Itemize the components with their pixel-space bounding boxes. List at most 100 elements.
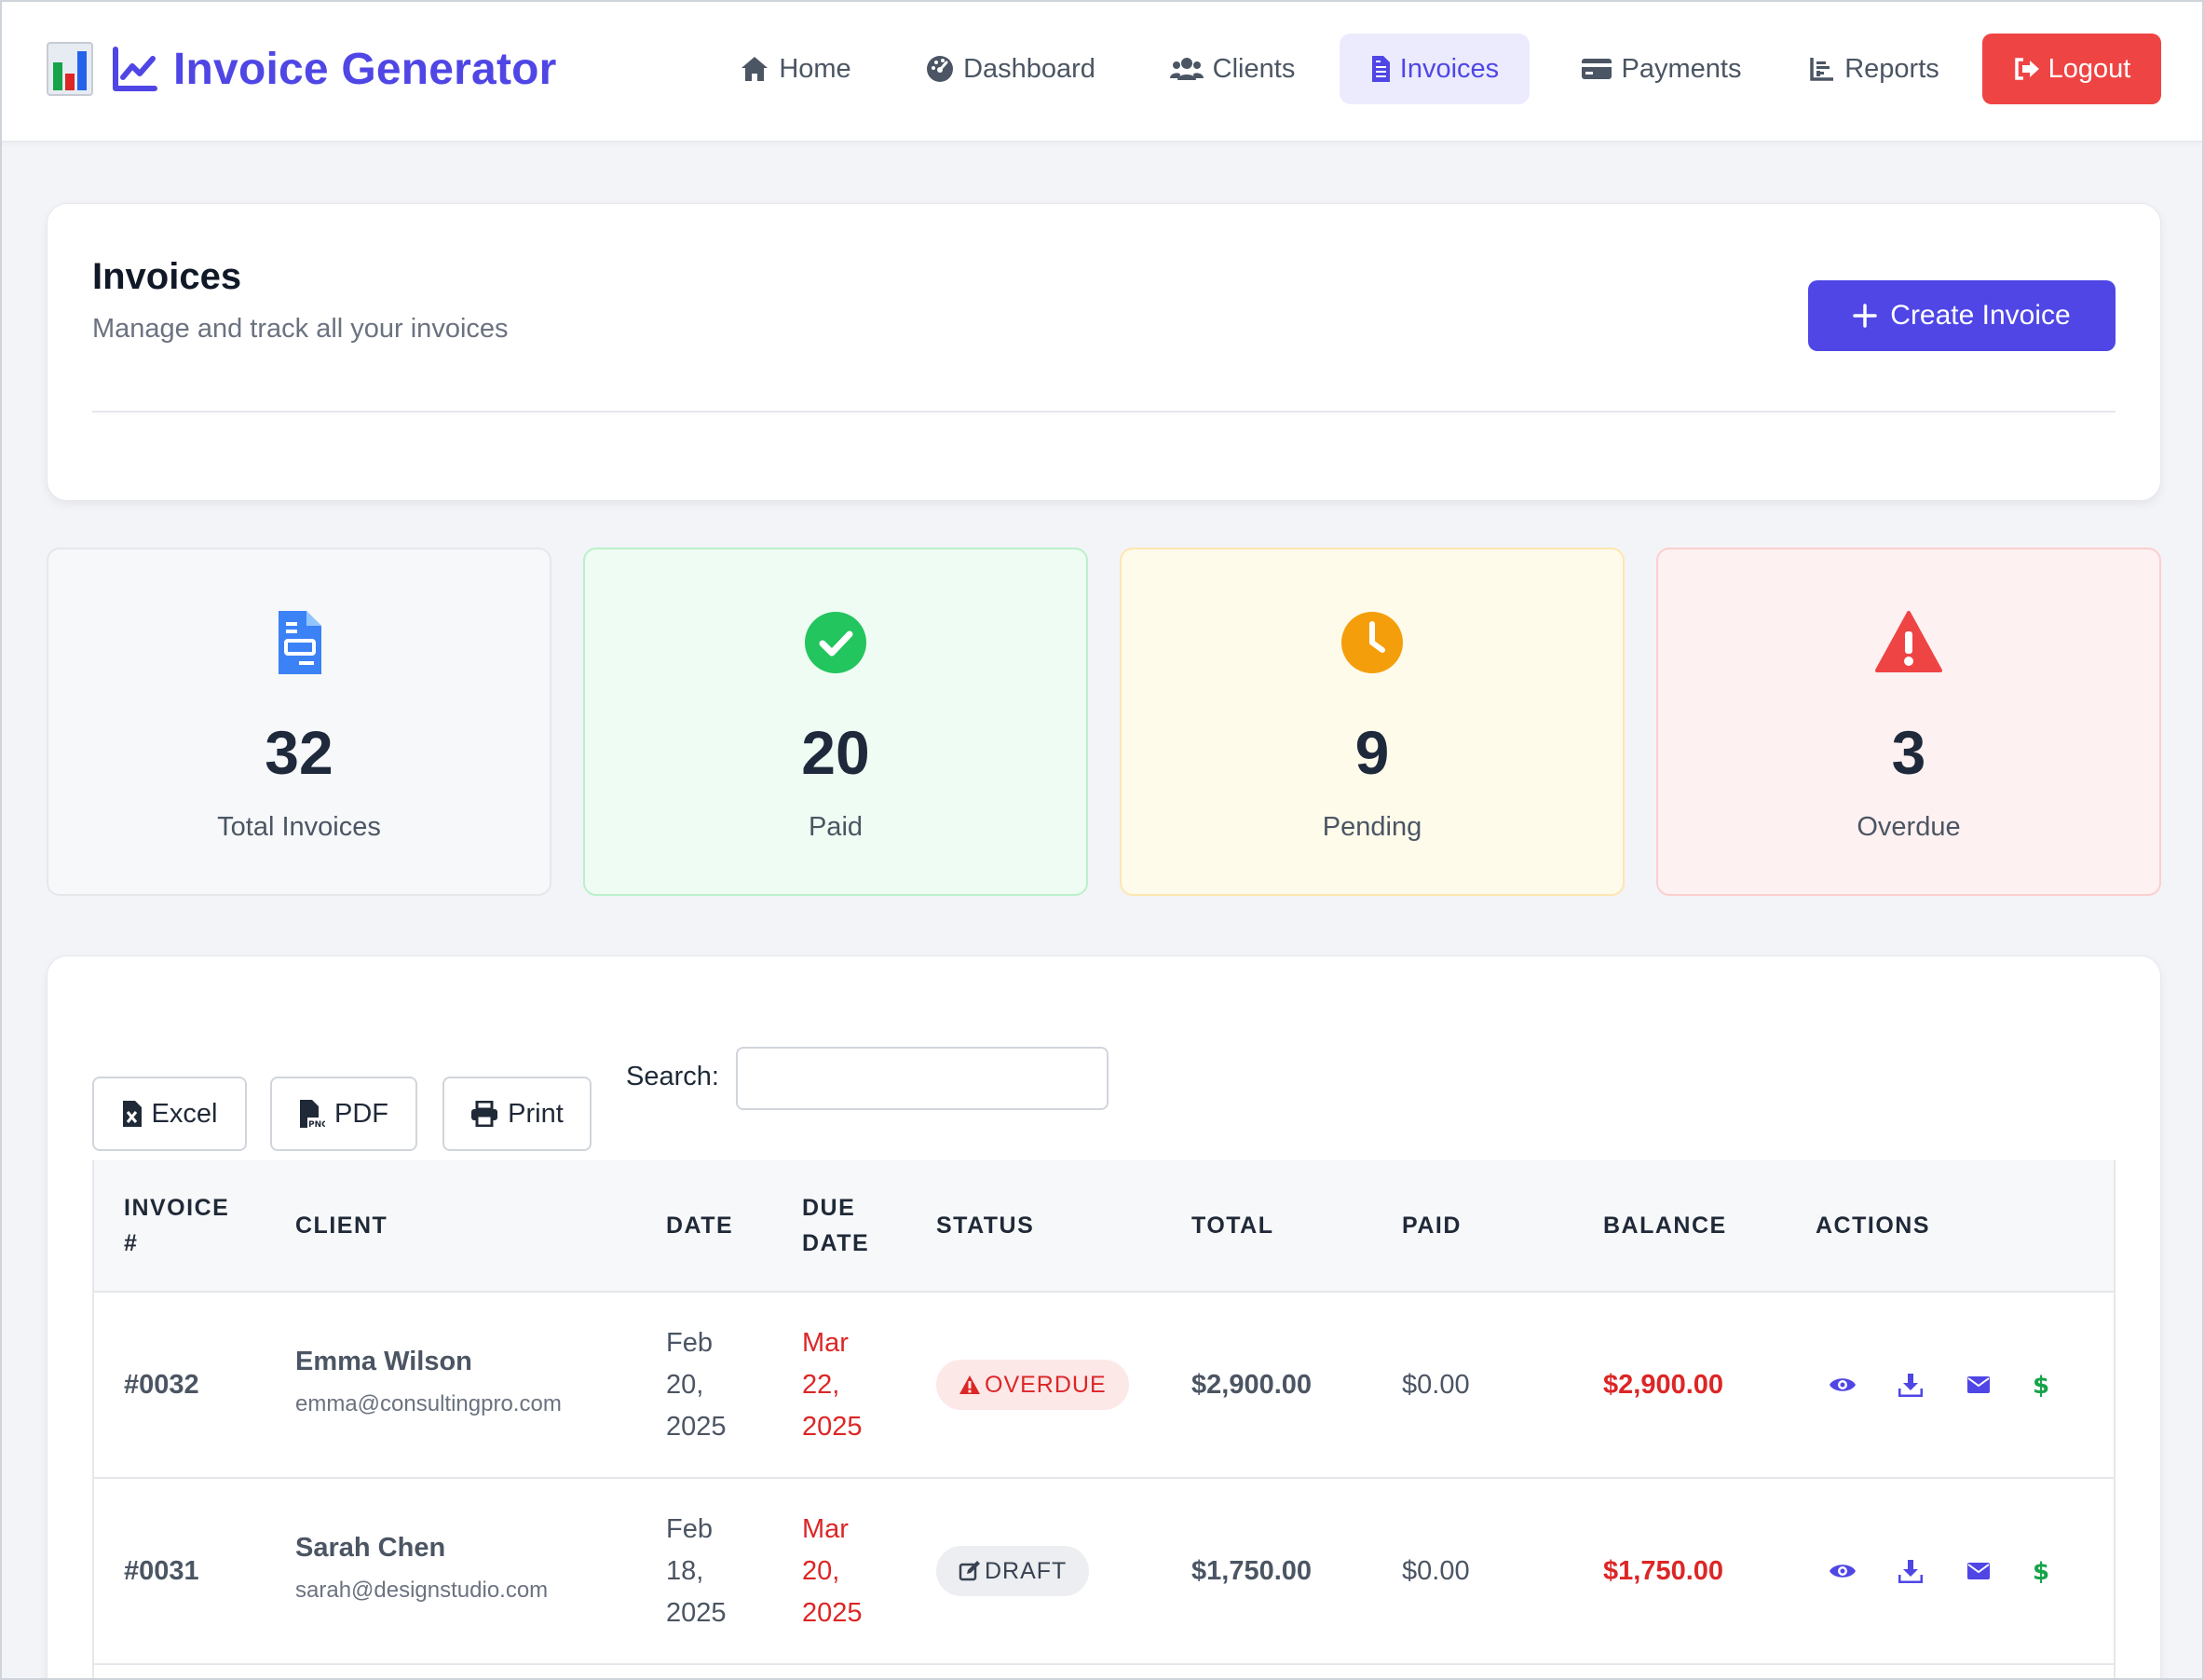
th-paid[interactable]: PAID [1402,1208,1462,1243]
th-status[interactable]: STATUS [936,1208,1034,1243]
stat-pending-value: 9 [1354,718,1390,787]
due-date: Mar 22, 2025 [802,1328,863,1442]
search-input[interactable] [736,1047,1109,1110]
due-date: Mar 20, 2025 [802,1514,863,1628]
create-invoice-button[interactable]: Create Invoice [1808,280,2116,351]
edit-icon [959,1561,980,1581]
table-row [94,1665,2114,1680]
client-email: sarah@designstudio.com [295,1578,549,1603]
nav-invoices-label: Invoices [1399,53,1500,84]
sign-out-icon [2014,58,2039,80]
th-balance[interactable]: BALANCE [1603,1208,1727,1243]
nav-payments-label: Payments [1621,53,1742,84]
gauge-icon [927,56,954,82]
warning-icon [1875,611,1942,672]
client-cell: Emma Wilson emma@consultingpro.com [295,1341,562,1425]
nav-dashboard-label: Dashboard [963,53,1095,84]
logout-button[interactable]: Logout [1982,34,2161,104]
print-label: Print [508,1098,564,1129]
invoice-number: #0032 [124,1370,199,1400]
svg-text:PNG: PNG [308,1120,325,1129]
email-icon[interactable] [1965,1371,1993,1399]
plus-icon [1853,304,1878,328]
client-name: Emma Wilson [295,1347,472,1376]
nav-invoices[interactable]: Invoices [1340,34,1530,104]
warning-icon [959,1375,980,1394]
client-email: emma@consultingpro.com [295,1391,562,1416]
paid-amount: $0.00 [1402,1370,1470,1400]
invoice-date: Feb 20, 2025 [666,1328,727,1442]
invoice-number: #0031 [124,1556,199,1586]
status-badge: DRAFT [936,1546,1090,1596]
excel-label: Excel [151,1098,218,1129]
users-icon [1169,58,1204,80]
total-amount: $1,750.00 [1191,1556,1313,1586]
svg-text:$: $ [2033,1558,2049,1585]
stat-total-invoices: 32 Total Invoices [47,548,551,896]
table-header: INVOICE # CLIENT DATE DUE DATE STATUS TOTA… [94,1160,2114,1293]
stat-paid-label: Paid [808,812,864,842]
th-due-date[interactable]: DUE DATE [802,1190,869,1261]
file-invoice-icon [1371,56,1390,82]
balance-amount: $2,900.00 [1603,1370,1724,1400]
stat-overdue-value: 3 [1891,718,1926,787]
dollar-icon[interactable]: $ [2026,1371,2054,1399]
print-button[interactable]: Print [442,1077,592,1151]
page-subtitle: Manage and track all your invoices [92,314,509,344]
logout-label: Logout [2048,53,2131,84]
brand[interactable]: Invoice Generator [47,39,557,99]
download-icon[interactable] [1897,1557,1925,1585]
credit-card-icon [1581,59,1612,79]
file-image-icon: PNG [300,1100,325,1129]
nav-home[interactable]: Home [719,34,872,104]
email-icon[interactable] [1965,1557,1993,1585]
table-row: #0032 Emma Wilson emma@consultingpro.com… [94,1293,2114,1479]
bar-chart-emoji-icon [47,42,93,96]
th-date[interactable]: DATE [666,1208,733,1243]
nav-clients-label: Clients [1212,53,1296,84]
total-amount: $2,900.00 [1191,1370,1313,1400]
stat-total-label: Total Invoices [217,812,381,842]
stat-paid: 20 Paid [583,548,1088,896]
home-icon [741,57,769,81]
stat-overdue: 3 Overdue [1656,548,2161,896]
download-icon[interactable] [1897,1371,1925,1399]
client-name: Sarah Chen [295,1533,446,1563]
nav-dashboard[interactable]: Dashboard [905,34,1116,104]
status-badge: OVERDUE [936,1360,1129,1410]
view-icon[interactable] [1829,1371,1857,1399]
export-excel-button[interactable]: Excel [92,1077,247,1151]
view-icon[interactable] [1829,1557,1857,1585]
th-client[interactable]: CLIENT [295,1208,388,1243]
stat-pending-label: Pending [1322,812,1422,842]
file-icon [279,611,321,674]
stat-pending: 9 Pending [1120,548,1625,896]
page-header-card: Invoices Manage and track all your invoi… [47,203,2161,501]
page-title: Invoices [92,256,242,297]
balance-amount: $1,750.00 [1603,1556,1724,1586]
dollar-icon[interactable]: $ [2026,1557,2054,1585]
stat-overdue-label: Overdue [1857,812,1961,842]
svg-text:$: $ [2033,1372,2049,1399]
chart-line-icon [113,47,157,91]
nav-clients[interactable]: Clients [1146,34,1319,104]
create-invoice-label: Create Invoice [1890,300,2071,331]
nav-home-label: Home [779,53,851,84]
th-invoice[interactable]: INVOICE # [124,1190,229,1261]
nav-reports-label: Reports [1844,53,1939,84]
paid-amount: $0.00 [1402,1556,1470,1586]
nav-payments[interactable]: Payments [1556,34,1766,104]
table-row: #0031 Sarah Chen sarah@designstudio.com … [94,1479,2114,1665]
invoices-table: INVOICE # CLIENT DATE DUE DATE STATUS TOTA… [92,1160,2116,1680]
th-actions: ACTIONS [1816,1213,1930,1239]
check-circle-icon [805,612,866,673]
client-cell: Sarah Chen sarah@designstudio.com [295,1527,548,1611]
th-total[interactable]: TOTAL [1191,1208,1274,1243]
file-excel-icon [122,1101,142,1127]
chart-icon [1810,58,1834,81]
top-navbar: Invoice Generator Home Dashboard Clients… [0,0,2204,142]
export-pdf-button[interactable]: PNG PDF [270,1077,417,1151]
nav-reports[interactable]: Reports [1790,34,1958,104]
clock-icon [1341,612,1403,673]
stat-paid-value: 20 [801,718,870,787]
